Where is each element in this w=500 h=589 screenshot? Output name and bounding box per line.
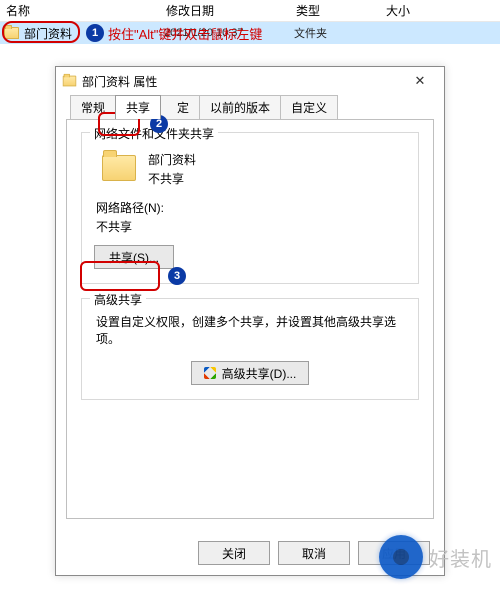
brand-text: 好装机 xyxy=(429,543,492,572)
properties-dialog: 部门资料 属性 ✕ 常规 共享 定 以前的版本 自定义 网络文件和文件夹共享 部… xyxy=(55,66,445,576)
file-row-type: 文件夹 xyxy=(294,25,384,41)
tab-share[interactable]: 共享 xyxy=(115,95,161,119)
network-path-value: 不共享 xyxy=(96,218,404,235)
tab-general[interactable]: 常规 xyxy=(70,95,116,119)
close-button[interactable]: ✕ xyxy=(402,70,438,92)
network-share-group-title: 网络文件和文件夹共享 xyxy=(90,125,218,142)
tab-security[interactable]: 定 xyxy=(160,95,200,119)
file-row-name: 部门资料 xyxy=(24,25,72,42)
advanced-share-group: 高级共享 设置自定义权限，创建多个共享，并设置其他高级共享选项。 高级共享(D)… xyxy=(81,298,419,400)
tab-panel-share: 网络文件和文件夹共享 部门资料 不共享 网络路径(N): 不共享 共享(S)..… xyxy=(66,119,434,519)
watermark: 好装机 xyxy=(379,535,492,579)
column-header-size[interactable]: 大小 xyxy=(386,0,446,21)
advanced-share-group-title: 高级共享 xyxy=(90,291,146,308)
tab-custom[interactable]: 自定义 xyxy=(280,95,338,119)
column-header-type[interactable]: 类型 xyxy=(296,0,386,21)
cancel-button[interactable]: 取消 xyxy=(278,541,350,565)
tab-strip: 常规 共享 定 以前的版本 自定义 xyxy=(56,95,444,119)
dialog-title: 部门资料 属性 xyxy=(82,73,402,90)
network-share-group: 网络文件和文件夹共享 部门资料 不共享 网络路径(N): 不共享 共享(S)..… xyxy=(81,132,419,284)
share-target-name: 部门资料 xyxy=(148,151,196,170)
file-row-date: 2021/1/20 10:37 xyxy=(164,27,294,39)
share-button[interactable]: 共享(S)... xyxy=(94,245,174,269)
tab-previous-versions[interactable]: 以前的版本 xyxy=(199,95,281,119)
close-dialog-button[interactable]: 关闭 xyxy=(198,541,270,565)
folder-icon xyxy=(102,155,136,181)
brand-logo-icon xyxy=(379,535,423,579)
column-header-name[interactable]: 名称 xyxy=(6,0,166,21)
dialog-titlebar[interactable]: 部门资料 属性 ✕ xyxy=(56,67,444,95)
advanced-share-button[interactable]: 高级共享(D)... xyxy=(191,361,310,385)
advanced-share-description: 设置自定义权限，创建多个共享，并设置其他高级共享选项。 xyxy=(96,313,404,347)
explorer-column-headers: 名称 修改日期 类型 大小 xyxy=(0,0,500,22)
network-path-label: 网络路径(N): xyxy=(96,199,404,216)
folder-icon xyxy=(63,76,77,87)
file-row-selected[interactable]: 部门资料 2021/1/20 10:37 文件夹 xyxy=(0,22,500,44)
folder-icon xyxy=(4,27,19,39)
column-header-date[interactable]: 修改日期 xyxy=(166,0,296,21)
share-target-state: 不共享 xyxy=(148,170,196,189)
advanced-share-button-label: 高级共享(D)... xyxy=(222,365,297,382)
